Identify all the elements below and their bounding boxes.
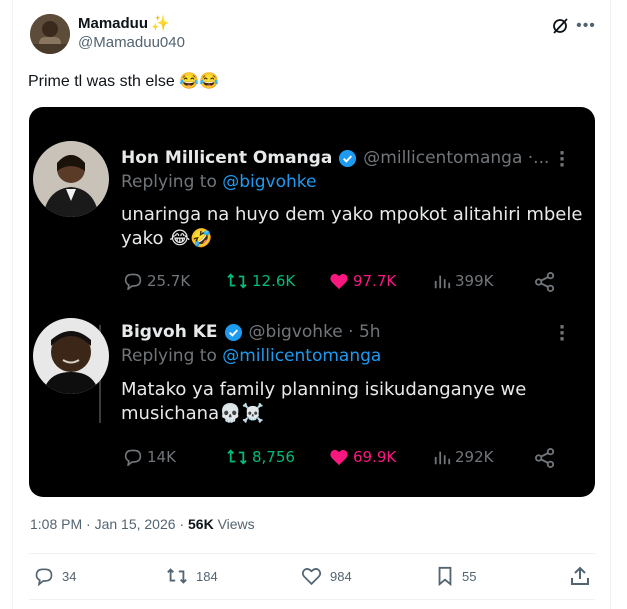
tweet-meta: 1:08 PM · Jan 15, 2026 · 56K Views <box>30 516 255 532</box>
embedded-likes-1: 97.7K <box>329 272 396 290</box>
reply-button[interactable]: 34 <box>34 566 76 586</box>
like-icon <box>330 449 348 466</box>
author-name-text[interactable]: Mamaduu <box>78 15 148 32</box>
verified-icon <box>339 149 357 167</box>
share-icon <box>535 272 555 292</box>
divider-bottom <box>29 599 595 600</box>
embedded-avatar-1 <box>33 141 109 217</box>
reply-count: 34 <box>62 568 77 584</box>
embedded-retweets-count-1: 12.6K <box>252 272 296 290</box>
repost-icon <box>227 449 247 465</box>
repost-count: 184 <box>196 568 218 584</box>
embedded-share-2 <box>534 448 556 468</box>
embedded-handle-1: @millicentomanga ·... <box>363 148 550 168</box>
bookmark-count: 55 <box>462 568 477 584</box>
reply-icon <box>35 568 53 586</box>
repost-button[interactable]: 184 <box>166 566 218 586</box>
verified-icon <box>224 323 242 341</box>
embedded-retweets-count-2: 8,756 <box>252 448 295 466</box>
reply-icon <box>124 273 142 290</box>
embedded-replies-1: 25.7K <box>123 272 190 290</box>
share-icon <box>571 566 589 585</box>
author-display-name[interactable]: Mamaduu ✨ <box>78 14 170 33</box>
embedded-avatar-2 <box>33 318 109 394</box>
more-icon: ••• <box>576 17 596 34</box>
views-count: 56K <box>188 516 214 532</box>
embedded-replying-1: Replying to @bigvohke <box>121 172 317 192</box>
embedded-name-2: Bigvoh KE <box>121 322 218 342</box>
like-count: 984 <box>330 568 352 584</box>
embedded-more-icon-2: · · · <box>558 317 566 350</box>
embedded-replies-count-1: 25.7K <box>147 272 191 290</box>
embedded-replying-2: Replying to @millicentomanga <box>121 346 381 366</box>
replying-to-1: @bigvohke <box>222 172 317 192</box>
repost-icon <box>167 568 187 584</box>
author-handle[interactable]: @Mamaduu040 <box>78 34 185 51</box>
bookmark-icon <box>438 566 452 586</box>
tweet-text: Prime tl was sth else 😂😂 <box>28 73 219 90</box>
embedded-views-count-1: 399K <box>455 272 494 290</box>
share-button[interactable] <box>570 566 590 586</box>
replying-prefix-2: Replying to <box>121 346 217 366</box>
reply-icon <box>124 449 142 466</box>
embedded-views-2: 292K <box>433 448 493 466</box>
views-label: Views <box>217 516 255 532</box>
embedded-likes-2: 69.9K <box>329 448 396 466</box>
embedded-replies-count-2: 14K <box>147 448 176 466</box>
like-icon <box>301 568 322 586</box>
grok-icon <box>553 18 568 34</box>
embedded-text-2: Matako ya family planning isikudanganye … <box>121 379 527 424</box>
share-icon <box>535 448 555 468</box>
embedded-likes-count-1: 97.7K <box>353 272 397 290</box>
embedded-share-1 <box>534 272 556 292</box>
repost-icon <box>227 273 247 289</box>
embedded-likes-count-2: 69.9K <box>353 448 397 466</box>
embedded-retweets-1: 12.6K <box>226 272 295 290</box>
sparkle-emoji: ✨ <box>151 15 170 32</box>
tweet-timestamp[interactable]: 1:08 PM · Jan 15, 2026 <box>30 516 176 532</box>
views-icon <box>434 451 451 465</box>
replying-to-2: @millicentomanga <box>222 346 382 366</box>
grok-button[interactable] <box>548 14 572 38</box>
embedded-text-1: unaringa na huyo dem yako mpokot alitahi… <box>121 204 583 249</box>
views-icon <box>434 275 451 289</box>
like-button[interactable]: 984 <box>301 566 352 586</box>
meta-separator: · <box>179 516 188 532</box>
author-avatar[interactable] <box>30 14 70 54</box>
embedded-replies-2: 14K <box>123 448 176 466</box>
more-button[interactable]: ••• <box>574 14 598 38</box>
embedded-name-1: Hon Millicent Omanga <box>121 148 333 168</box>
embedded-retweets-2: 8,756 <box>226 448 295 466</box>
embedded-handle-2: @bigvohke · 5h <box>248 322 381 342</box>
embedded-views-count-2: 292K <box>455 448 494 466</box>
replying-prefix-1: Replying to <box>121 172 217 192</box>
embedded-name-row-2: Bigvoh KE @bigvohke · 5h <box>121 322 381 342</box>
like-icon <box>330 273 348 290</box>
embedded-views-1: 399K <box>433 272 493 290</box>
embedded-name-row-1: Hon Millicent Omanga @millicentomanga ·.… <box>121 148 549 168</box>
tweet-media-image[interactable]: Hon Millicent Omanga @millicentomanga ·.… <box>29 107 595 497</box>
embedded-more-icon-1: · · · <box>558 143 566 176</box>
bookmark-button[interactable]: 55 <box>436 566 476 586</box>
divider-top <box>29 553 595 554</box>
